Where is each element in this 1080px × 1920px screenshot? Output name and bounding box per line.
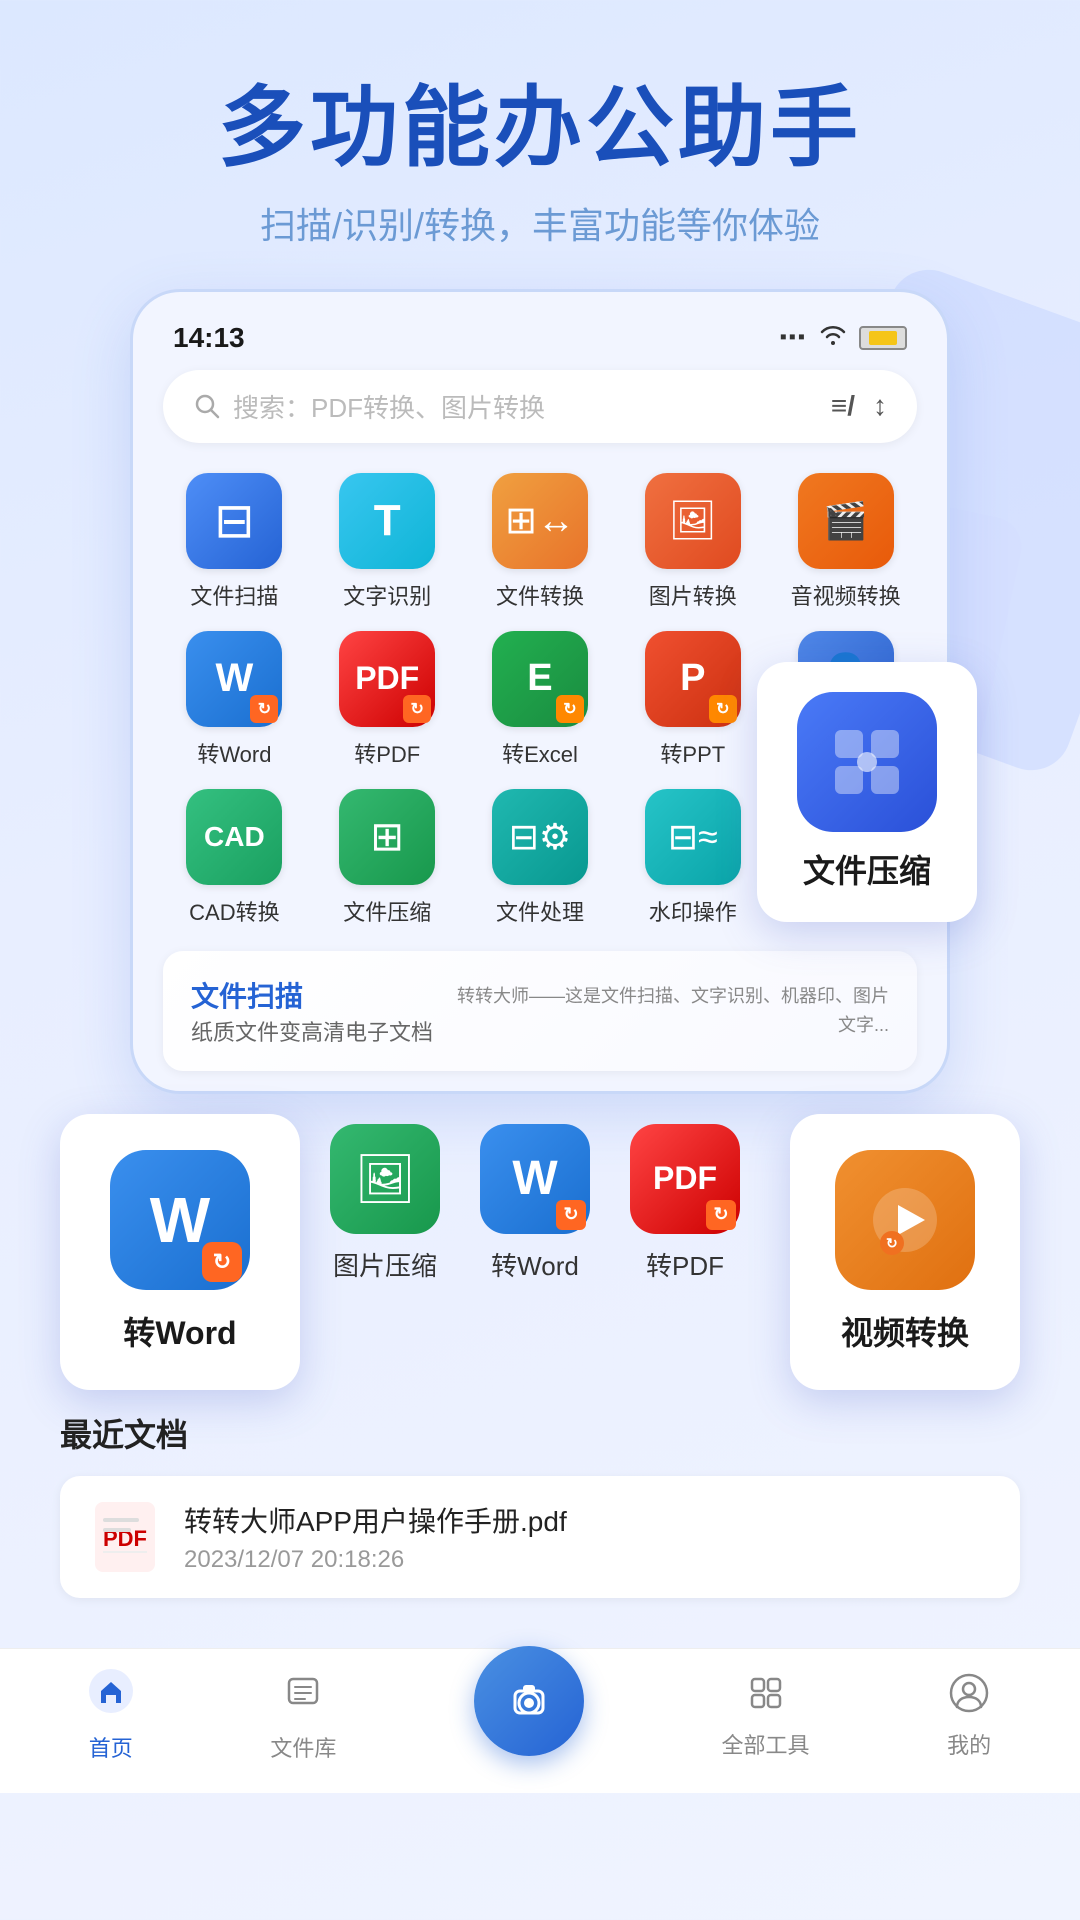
status-icons: ▪▪▪ — [780, 323, 907, 352]
doc-item[interactable]: PDF 转转大师APP用户操作手册.pdf 2023/12/07 20:18:2… — [60, 1476, 1020, 1598]
tool-fileprocess[interactable]: ⊟⚙ 文件处理 — [469, 789, 612, 927]
status-bar: 14:13 ▪▪▪ — [163, 322, 917, 370]
tool-scan[interactable]: ⊟ 文件扫描 — [163, 473, 306, 611]
tool-watermark[interactable]: ⊟≈ 水印操作 — [621, 789, 764, 927]
nav-camera[interactable] — [474, 1676, 584, 1756]
phone-mockup: 14:13 ▪▪▪ — [130, 289, 950, 1094]
tool-word[interactable]: W ↻ 转Word — [163, 631, 306, 769]
hero-section: 多功能办公助手 扫描/识别/转换，丰富功能等你体验 — [0, 0, 1080, 289]
sort-icon[interactable]: ↕ — [873, 390, 887, 422]
doc-name: 转转大师APP用户操作手册.pdf — [184, 1500, 990, 1540]
wifi-icon — [819, 323, 847, 352]
recent-title: 最近文档 — [60, 1410, 1020, 1456]
search-placeholder: 搜索：PDF转换、图片转换 — [233, 388, 545, 425]
banner-preview: 转转大师——这是文件扫描、文字识别、机器印、图片文字... — [453, 982, 889, 1040]
tool-cad[interactable]: CAD CAD转换 — [163, 789, 306, 927]
search-icon — [193, 392, 221, 420]
signal-icon: ▪▪▪ — [780, 326, 807, 349]
battery-icon — [859, 326, 907, 350]
list-icon[interactable]: ≡/ — [831, 390, 855, 422]
banner-title: 文件扫描 — [191, 975, 433, 1015]
tool-excel[interactable]: E ↻ 转Excel — [469, 631, 612, 769]
nav-files[interactable]: 文件库 — [270, 1669, 336, 1763]
tool-img-compress[interactable]: 🖼 图片压缩 — [330, 1124, 440, 1283]
floating-compress-label: 文件压缩 — [803, 846, 931, 892]
floating-word-card[interactable]: W ↻ 转Word — [60, 1114, 300, 1390]
nav-home-label: 首页 — [89, 1731, 133, 1763]
hero-title: 多功能办公助手 — [40, 80, 1040, 177]
tool-ppt[interactable]: P ↻ 转PPT — [621, 631, 764, 769]
mine-icon — [947, 1671, 991, 1720]
nav-mine[interactable]: 我的 — [947, 1671, 991, 1760]
doc-info: 转转大师APP用户操作手册.pdf 2023/12/07 20:18:26 — [184, 1500, 990, 1574]
banner[interactable]: 文件扫描 纸质文件变高清电子文档 转转大师——这是文件扫描、文字识别、机器印、图… — [163, 951, 917, 1071]
tool-image[interactable]: 🖼 图片转换 — [621, 473, 764, 611]
tool-compress[interactable]: ⊞ 文件压缩 — [316, 789, 459, 927]
bottom-nav: 首页 文件库 — [0, 1648, 1080, 1793]
to-pdf-label: 转PDF — [646, 1246, 724, 1283]
img-compress-label: 图片压缩 — [333, 1246, 437, 1283]
tool-ocr[interactable]: T 文字识别 — [316, 473, 459, 611]
tools-icon — [744, 1671, 788, 1720]
second-section: W ↻ 转Word 🖼 图片压缩 W ↻ 转Word PDF ↻ 转PDF — [0, 1094, 1080, 1410]
nav-mine-label: 我的 — [947, 1728, 991, 1760]
floating-video-label: 视频转换 — [841, 1308, 969, 1354]
tool-to-pdf[interactable]: PDF ↻ 转PDF — [630, 1124, 740, 1283]
doc-date: 2023/12/07 20:18:26 — [184, 1546, 990, 1574]
banner-desc: 纸质文件变高清电子文档 — [191, 1015, 433, 1047]
recent-section: 最近文档 PDF 转转大师APP用户操作手册.pdf 2023/12/07 20… — [0, 1410, 1080, 1618]
floating-word-label: 转Word — [123, 1308, 236, 1354]
tool-convert[interactable]: ⊞↔ 文件转换 — [469, 473, 612, 611]
svg-text:↻: ↻ — [886, 1235, 898, 1251]
doc-pdf-icon: PDF — [90, 1502, 160, 1572]
files-icon — [281, 1669, 325, 1723]
home-icon — [89, 1669, 133, 1723]
nav-files-label: 文件库 — [270, 1731, 336, 1763]
status-time: 14:13 — [173, 322, 245, 354]
small-tools-row: 🖼 图片压缩 W ↻ 转Word PDF ↻ 转PDF — [330, 1114, 760, 1283]
to-word-label: 转Word — [491, 1246, 579, 1283]
nav-tools-label: 全部工具 — [722, 1728, 810, 1760]
floating-compress-card[interactable]: 文件压缩 — [757, 662, 977, 922]
camera-button[interactable] — [474, 1646, 584, 1756]
tool-to-word[interactable]: W ↻ 转Word — [480, 1124, 590, 1283]
tool-pdf[interactable]: PDF ↻ 转PDF — [316, 631, 459, 769]
floating-video-card[interactable]: ↻ 视频转换 — [790, 1114, 1020, 1390]
nav-tools[interactable]: 全部工具 — [722, 1671, 810, 1760]
hero-subtitle: 扫描/识别/转换，丰富功能等你体验 — [40, 197, 1040, 249]
tool-media[interactable]: 🎬 音视频转换 — [774, 473, 917, 611]
nav-home[interactable]: 首页 — [89, 1669, 133, 1763]
search-bar[interactable]: 搜索：PDF转换、图片转换 ≡/ ↕ — [163, 370, 917, 443]
